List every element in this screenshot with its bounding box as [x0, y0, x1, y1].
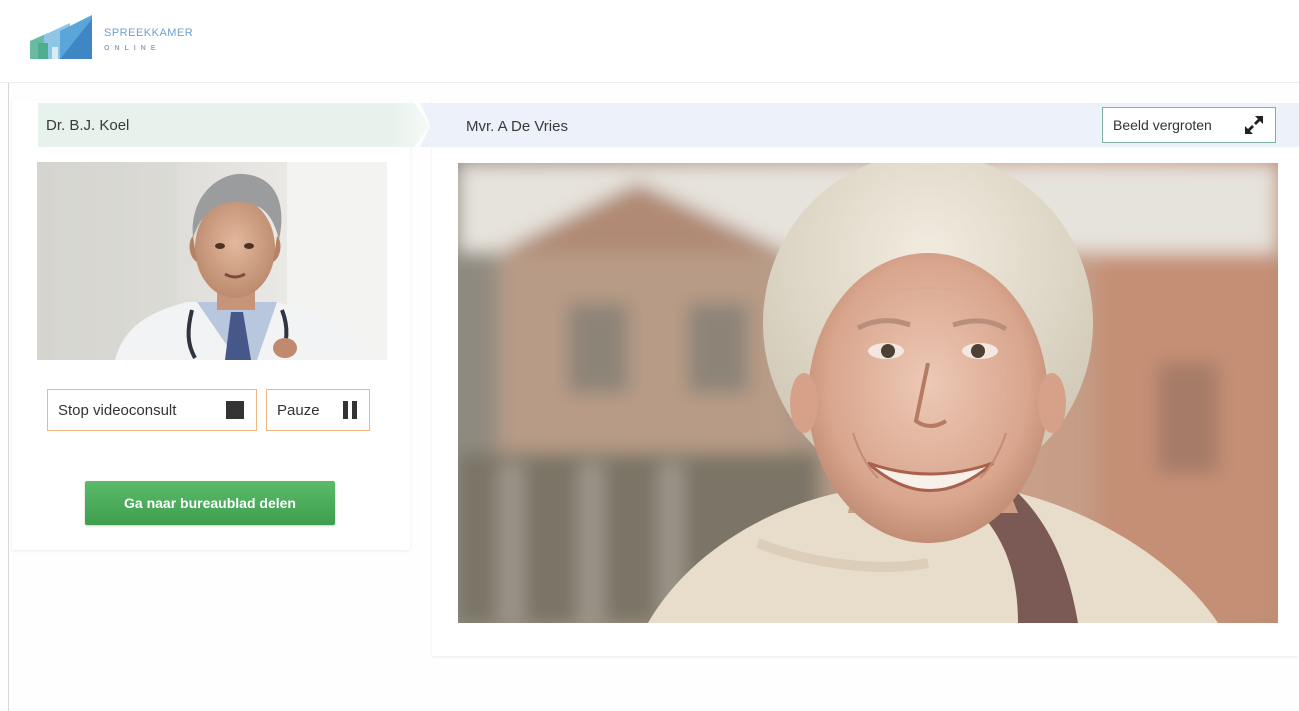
pause-label: Pauze: [277, 401, 320, 419]
videoconsult-page: SPREEKKAMER ONLINE Dr. B.J. Koel Stop vi…: [0, 0, 1299, 711]
expand-arrows-icon: [1245, 116, 1263, 134]
enlarge-view-button[interactable]: Beeld vergroten: [1102, 107, 1276, 143]
patient-video[interactable]: [458, 163, 1278, 623]
stop-square-icon: [226, 401, 244, 419]
share-desktop-button[interactable]: Ga naar bureaublad delen: [85, 481, 335, 525]
stop-videoconsult-button[interactable]: Stop videoconsult: [47, 389, 257, 431]
logo-text-line1: SPREEKKAMER: [104, 27, 194, 39]
header: SPREEKKAMER ONLINE: [0, 0, 1299, 83]
doctor-titlebar: Dr. B.J. Koel: [38, 103, 430, 147]
enlarge-view-label: Beeld vergroten: [1113, 117, 1212, 133]
logo-icon: [30, 15, 92, 59]
patient-name: Mvr. A De Vries: [466, 118, 568, 135]
doctor-name: Dr. B.J. Koel: [46, 117, 130, 134]
logo-text-line2: ONLINE: [104, 45, 161, 52]
logo[interactable]: SPREEKKAMER ONLINE: [30, 12, 220, 68]
pause-icon: [343, 401, 357, 419]
window-edge: [8, 0, 9, 711]
doctor-video[interactable]: [37, 162, 387, 360]
share-desktop-label: Ga naar bureaublad delen: [124, 495, 296, 511]
pause-button[interactable]: Pauze: [266, 389, 370, 431]
stop-videoconsult-label: Stop videoconsult: [58, 401, 177, 419]
